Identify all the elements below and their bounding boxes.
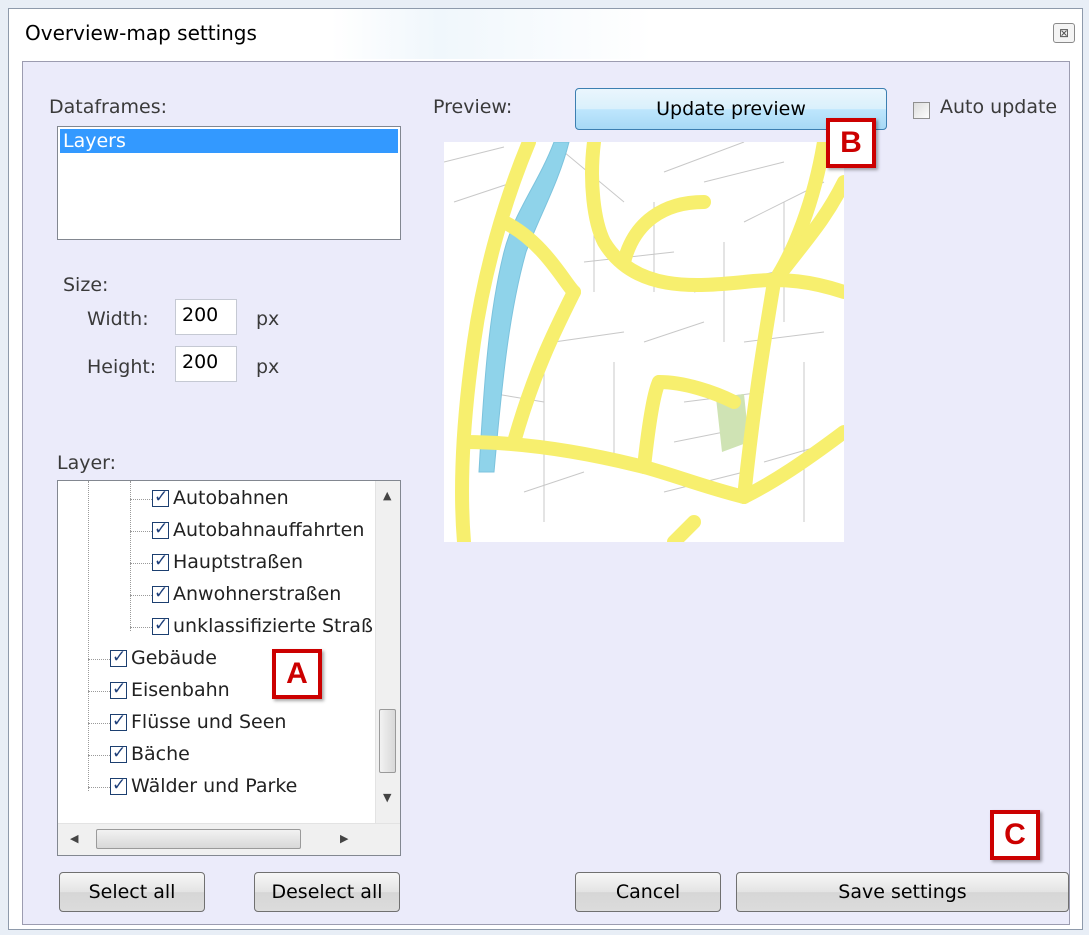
dataframes-item-layers[interactable]: Layers bbox=[60, 129, 398, 153]
checkbox[interactable] bbox=[152, 551, 169, 571]
width-unit: px bbox=[256, 308, 280, 330]
vertical-scroll-thumb[interactable] bbox=[379, 709, 396, 773]
vertical-scrollbar[interactable]: ▲ ▼ bbox=[375, 481, 400, 823]
dialog-window: Overview-map settings ⊠ Dataframes: Laye… bbox=[8, 8, 1083, 930]
horizontal-scrollbar[interactable]: ◀ ▶ bbox=[58, 823, 400, 855]
dataframes-label: Dataframes: bbox=[49, 96, 168, 118]
tree-item-label: Autobahnen bbox=[173, 487, 289, 509]
tree-connector bbox=[88, 691, 110, 692]
annotation-marker-c: C bbox=[990, 810, 1040, 860]
tree-item-label: Eisenbahn bbox=[131, 679, 230, 701]
tree-item-label: Hauptstraßen bbox=[173, 551, 303, 573]
tree-connector bbox=[88, 723, 110, 724]
tree-connector bbox=[88, 755, 110, 756]
tree-item-label: Wälder und Parke bbox=[131, 775, 298, 797]
tree-connector bbox=[130, 531, 152, 532]
select-all-button[interactable]: Select all bbox=[59, 872, 205, 912]
height-input[interactable]: 200 bbox=[175, 346, 237, 382]
close-icon[interactable]: ⊠ bbox=[1053, 23, 1075, 43]
checkbox[interactable] bbox=[152, 519, 169, 539]
deselect-all-button[interactable]: Deselect all bbox=[254, 872, 400, 912]
save-settings-button[interactable]: Save settings bbox=[736, 872, 1069, 912]
tree-item-label: Flüsse und Seen bbox=[131, 711, 287, 733]
width-input[interactable]: 200 bbox=[175, 299, 237, 335]
height-label: Height: bbox=[87, 356, 157, 378]
checkbox[interactable] bbox=[152, 487, 169, 507]
tree-item-label: Gebäude bbox=[131, 647, 217, 669]
checkbox[interactable] bbox=[110, 679, 127, 699]
cancel-button[interactable]: Cancel bbox=[575, 872, 721, 912]
window-title: Overview-map settings bbox=[25, 21, 257, 45]
annotation-marker-a: A bbox=[272, 649, 322, 699]
tree-connector bbox=[88, 787, 110, 788]
tree-connector bbox=[130, 481, 131, 631]
scroll-right-arrow-icon[interactable]: ▶ bbox=[340, 832, 348, 845]
tree-item-label: unklassifizierte Straß bbox=[173, 615, 373, 637]
scroll-up-arrow-icon[interactable]: ▲ bbox=[383, 489, 391, 502]
checkbox[interactable] bbox=[152, 583, 169, 603]
checkbox[interactable] bbox=[110, 775, 127, 795]
layer-tree[interactable]: Autobahnen Autobahnauffahrten Hauptstraß… bbox=[57, 480, 401, 856]
tree-connector bbox=[130, 499, 152, 500]
tree-connector bbox=[88, 659, 110, 660]
checkbox[interactable] bbox=[110, 711, 127, 731]
checkbox[interactable] bbox=[110, 647, 127, 667]
scroll-left-arrow-icon[interactable]: ◀ bbox=[70, 832, 78, 845]
auto-update-checkbox[interactable] bbox=[913, 102, 930, 119]
dialog-content: Dataframes: Layers Size: Width: 200 px H… bbox=[22, 61, 1070, 925]
annotation-marker-b: B bbox=[826, 118, 876, 168]
tree-connector bbox=[88, 481, 89, 791]
preview-map-image bbox=[444, 142, 844, 542]
tree-item-label: Autobahnauffahrten bbox=[173, 519, 365, 541]
size-label: Size: bbox=[63, 274, 109, 296]
tree-connector bbox=[130, 595, 152, 596]
dataframes-list[interactable]: Layers bbox=[57, 126, 401, 240]
tree-item-label: Anwohnerstraßen bbox=[173, 583, 342, 605]
tree-connector bbox=[130, 563, 152, 564]
title-bar[interactable]: Overview-map settings ⊠ bbox=[9, 9, 1082, 59]
layer-label: Layer: bbox=[57, 452, 117, 474]
checkbox[interactable] bbox=[152, 615, 169, 635]
auto-update-label: Auto update bbox=[940, 96, 1058, 118]
width-label: Width: bbox=[87, 308, 149, 330]
checkbox[interactable] bbox=[110, 743, 127, 763]
horizontal-scroll-thumb[interactable] bbox=[96, 829, 301, 849]
preview-label: Preview: bbox=[433, 96, 513, 118]
scroll-down-arrow-icon[interactable]: ▼ bbox=[383, 791, 391, 804]
tree-item-label: Bäche bbox=[131, 743, 190, 765]
preview-map bbox=[444, 142, 844, 542]
tree-connector bbox=[130, 627, 152, 628]
height-unit: px bbox=[256, 356, 280, 378]
